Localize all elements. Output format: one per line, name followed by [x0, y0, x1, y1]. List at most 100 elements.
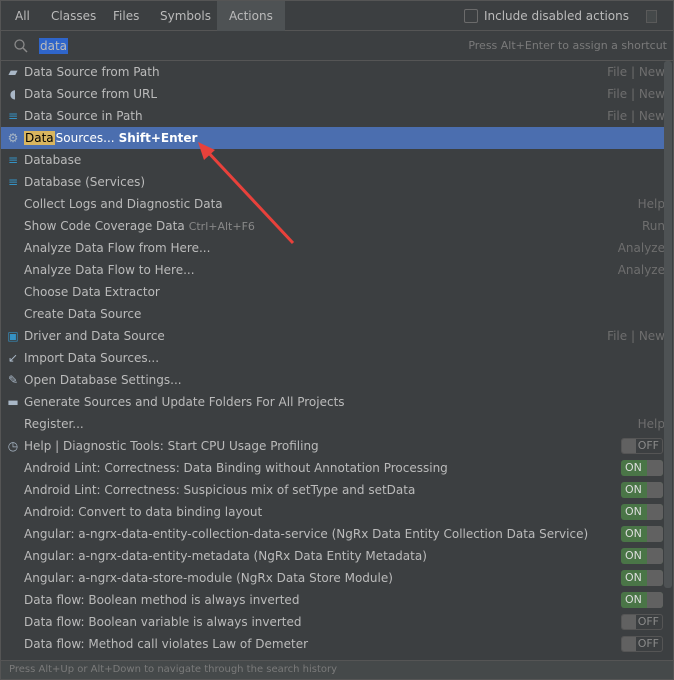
group-label: File | New — [607, 65, 665, 79]
toggle-switch[interactable]: ON — [621, 460, 663, 476]
scrollbar[interactable] — [664, 61, 672, 588]
item-text: Angular: a-ngrx-data-entity-metadata (Ng… — [24, 549, 427, 563]
list-item[interactable]: Data flow: Boolean variable is always in… — [1, 611, 665, 633]
tab-all[interactable]: All — [3, 1, 42, 31]
item-text: Data flow: Boolean variable is always in… — [24, 615, 302, 629]
item-label: Android Lint: Correctness: Data Binding … — [24, 457, 448, 479]
list-item[interactable]: Data flow: Method call violates Law of D… — [1, 633, 665, 655]
list-item[interactable]: ◷ Help | Diagnostic Tools: Start CPU Usag… — [1, 435, 665, 457]
group-label: File | New — [607, 109, 665, 123]
item-label: Android Lint: Correctness: Suspicious mi… — [24, 479, 415, 501]
list-item[interactable]: Register... Help — [1, 413, 665, 435]
item-label: Data flow: Boolean variable is always in… — [24, 611, 302, 633]
item-label: Angular: a-ngrx-data-store-module (NgRx … — [24, 567, 393, 589]
shortcut: Shift+Enter — [118, 131, 198, 145]
list-item[interactable]: Show Code Coverage Data Ctrl+Alt+F6 Run — [1, 215, 665, 237]
toggle-switch[interactable]: OFF — [621, 438, 663, 454]
toggle-state: ON — [625, 571, 642, 584]
toggle-state: OFF — [637, 615, 659, 628]
item-text: Angular: a-ngrx-data-store-module (NgRx … — [24, 571, 393, 585]
list-item[interactable]: Analyze Data Flow from Here... Analyze — [1, 237, 665, 259]
item-label: Help | Diagnostic Tools: Start CPU Usage… — [24, 435, 319, 457]
toggle-switch[interactable]: OFF — [621, 636, 663, 652]
toggle-switch[interactable]: ON — [621, 504, 663, 520]
list-item[interactable]: Analyze Data Flow to Here... Analyze — [1, 259, 665, 281]
item-label: Angular: a-ngrx-data-entity-collection-d… — [24, 523, 588, 545]
group-label: Help — [637, 417, 665, 431]
item-label: Create Data Source — [24, 303, 141, 325]
list-item[interactable]: Android: Convert to data binding layout O… — [1, 501, 665, 523]
include-disabled-actions-checkbox[interactable]: Include disabled actions — [463, 9, 629, 23]
list-item[interactable]: ▰ Data Source from Path File | New — [1, 61, 665, 83]
toggle-state: ON — [625, 483, 642, 496]
toggle-switch[interactable]: ON — [621, 592, 663, 608]
list-item[interactable]: Data flow: Boolean method is always inve… — [1, 589, 665, 611]
search-icon — [14, 39, 28, 53]
toggle-switch[interactable]: ON — [621, 548, 663, 564]
item-text: Data flow: Method call violates Law of D… — [24, 637, 309, 651]
list-item[interactable]: Angular: a-ngrx-data-store-module (NgRx … — [1, 567, 665, 589]
item-text: Database — [24, 153, 82, 167]
list-item[interactable]: ▬ Generate Sources and Update Folders For… — [1, 391, 665, 413]
shortcut-hint: Press Alt+Enter to assign a shortcut — [468, 39, 667, 52]
import-icon: ↙ — [7, 351, 19, 365]
tab-symbols[interactable]: Symbols — [148, 1, 223, 31]
item-text: Import Data Sources... — [24, 351, 160, 365]
item-text: Android Lint: Correctness: Suspicious mi… — [24, 483, 416, 497]
tab-classes[interactable]: Classes — [39, 1, 108, 31]
toggle-switch[interactable]: ON — [621, 526, 663, 542]
list-item[interactable]: ▣ Driver and Data Source File | New — [1, 325, 665, 347]
item-text: Data flow: Boolean method is always inve… — [24, 593, 300, 607]
tab-actions[interactable]: Actions — [217, 1, 285, 31]
toggle-state: ON — [625, 527, 642, 540]
item-label: Android: Convert to data binding layout — [24, 501, 262, 523]
item-text: Android: Convert to data binding layout — [24, 505, 263, 519]
list-item[interactable]: Angular: a-ngrx-data-entity-collection-d… — [1, 523, 665, 545]
item-text: Create Data Source — [24, 307, 142, 321]
tab-bar: All Classes Files Symbols Actions Include di… — [0, 0, 674, 31]
list-item[interactable]: ⚙ Data Sources... Shift+Enter — [1, 127, 665, 149]
wrench-icon: ✎ — [7, 373, 19, 387]
toggle-state: ON — [625, 505, 642, 518]
search-input[interactable]: data — [39, 38, 69, 54]
list-item[interactable]: ≡ Database (Services) — [1, 171, 665, 193]
toggle-switch[interactable]: ON — [621, 482, 663, 498]
toggle-switch[interactable]: OFF — [621, 614, 663, 630]
status-footer: Press Alt+Up or Alt+Down to navigate thr… — [0, 660, 674, 680]
item-text: Generate Sources and Update Folders For … — [24, 395, 345, 409]
list-item[interactable]: ↙ Import Data Sources... — [1, 347, 665, 369]
item-text: Sources... — [55, 131, 115, 145]
toggle-switch[interactable]: ON — [621, 570, 663, 586]
list-item[interactable]: Android Lint: Correctness: Data Binding … — [1, 457, 665, 479]
item-label: Analyze Data Flow from Here... — [24, 237, 210, 259]
data-sources-icon: ⚙ — [7, 131, 19, 145]
item-label: Database — [24, 149, 81, 171]
list-item[interactable]: Angular: a-ngrx-data-entity-metadata (Ng… — [1, 545, 665, 567]
list-item[interactable]: ◖ Data Source from URL File | New — [1, 83, 665, 105]
checkbox[interactable] — [463, 9, 478, 23]
driver-icon: ▣ — [7, 329, 19, 343]
item-text: Angular: a-ngrx-data-entity-collection-d… — [24, 527, 589, 541]
list-item[interactable]: ✎ Open Database Settings... — [1, 369, 665, 391]
item-label: Show Code Coverage Data Ctrl+Alt+F6 — [24, 215, 255, 238]
list-item[interactable]: ≡ Database — [1, 149, 665, 171]
pin-window-icon[interactable] — [646, 10, 657, 23]
item-text: Data Source from Path — [24, 65, 160, 79]
folder-refresh-icon: ▬ — [7, 395, 19, 409]
list-item[interactable]: Android Lint: Correctness: Suspicious mi… — [1, 479, 665, 501]
tab-files[interactable]: Files — [101, 1, 151, 31]
item-text: Analyze Data Flow to Here... — [24, 263, 195, 277]
item-label: Register... — [24, 413, 84, 435]
list-item[interactable]: Create Data Source — [1, 303, 665, 325]
group-label: Analyze — [617, 263, 665, 277]
item-text: Data Source from URL — [24, 87, 158, 101]
toggle-state: ON — [625, 461, 642, 474]
item-label: Data Sources... Shift+Enter — [24, 127, 197, 149]
list-item[interactable]: ≡ Data Source in Path File | New — [1, 105, 665, 127]
item-text: Analyze Data Flow from Here... — [24, 241, 211, 255]
shortcut: Ctrl+Alt+F6 — [188, 220, 255, 233]
item-text: Data Source in Path — [24, 109, 143, 123]
item-label: Data flow: Boolean method is always inve… — [24, 589, 299, 611]
list-item[interactable]: Collect Logs and Diagnostic Data Help — [1, 193, 665, 215]
list-item[interactable]: Choose Data Extractor — [1, 281, 665, 303]
